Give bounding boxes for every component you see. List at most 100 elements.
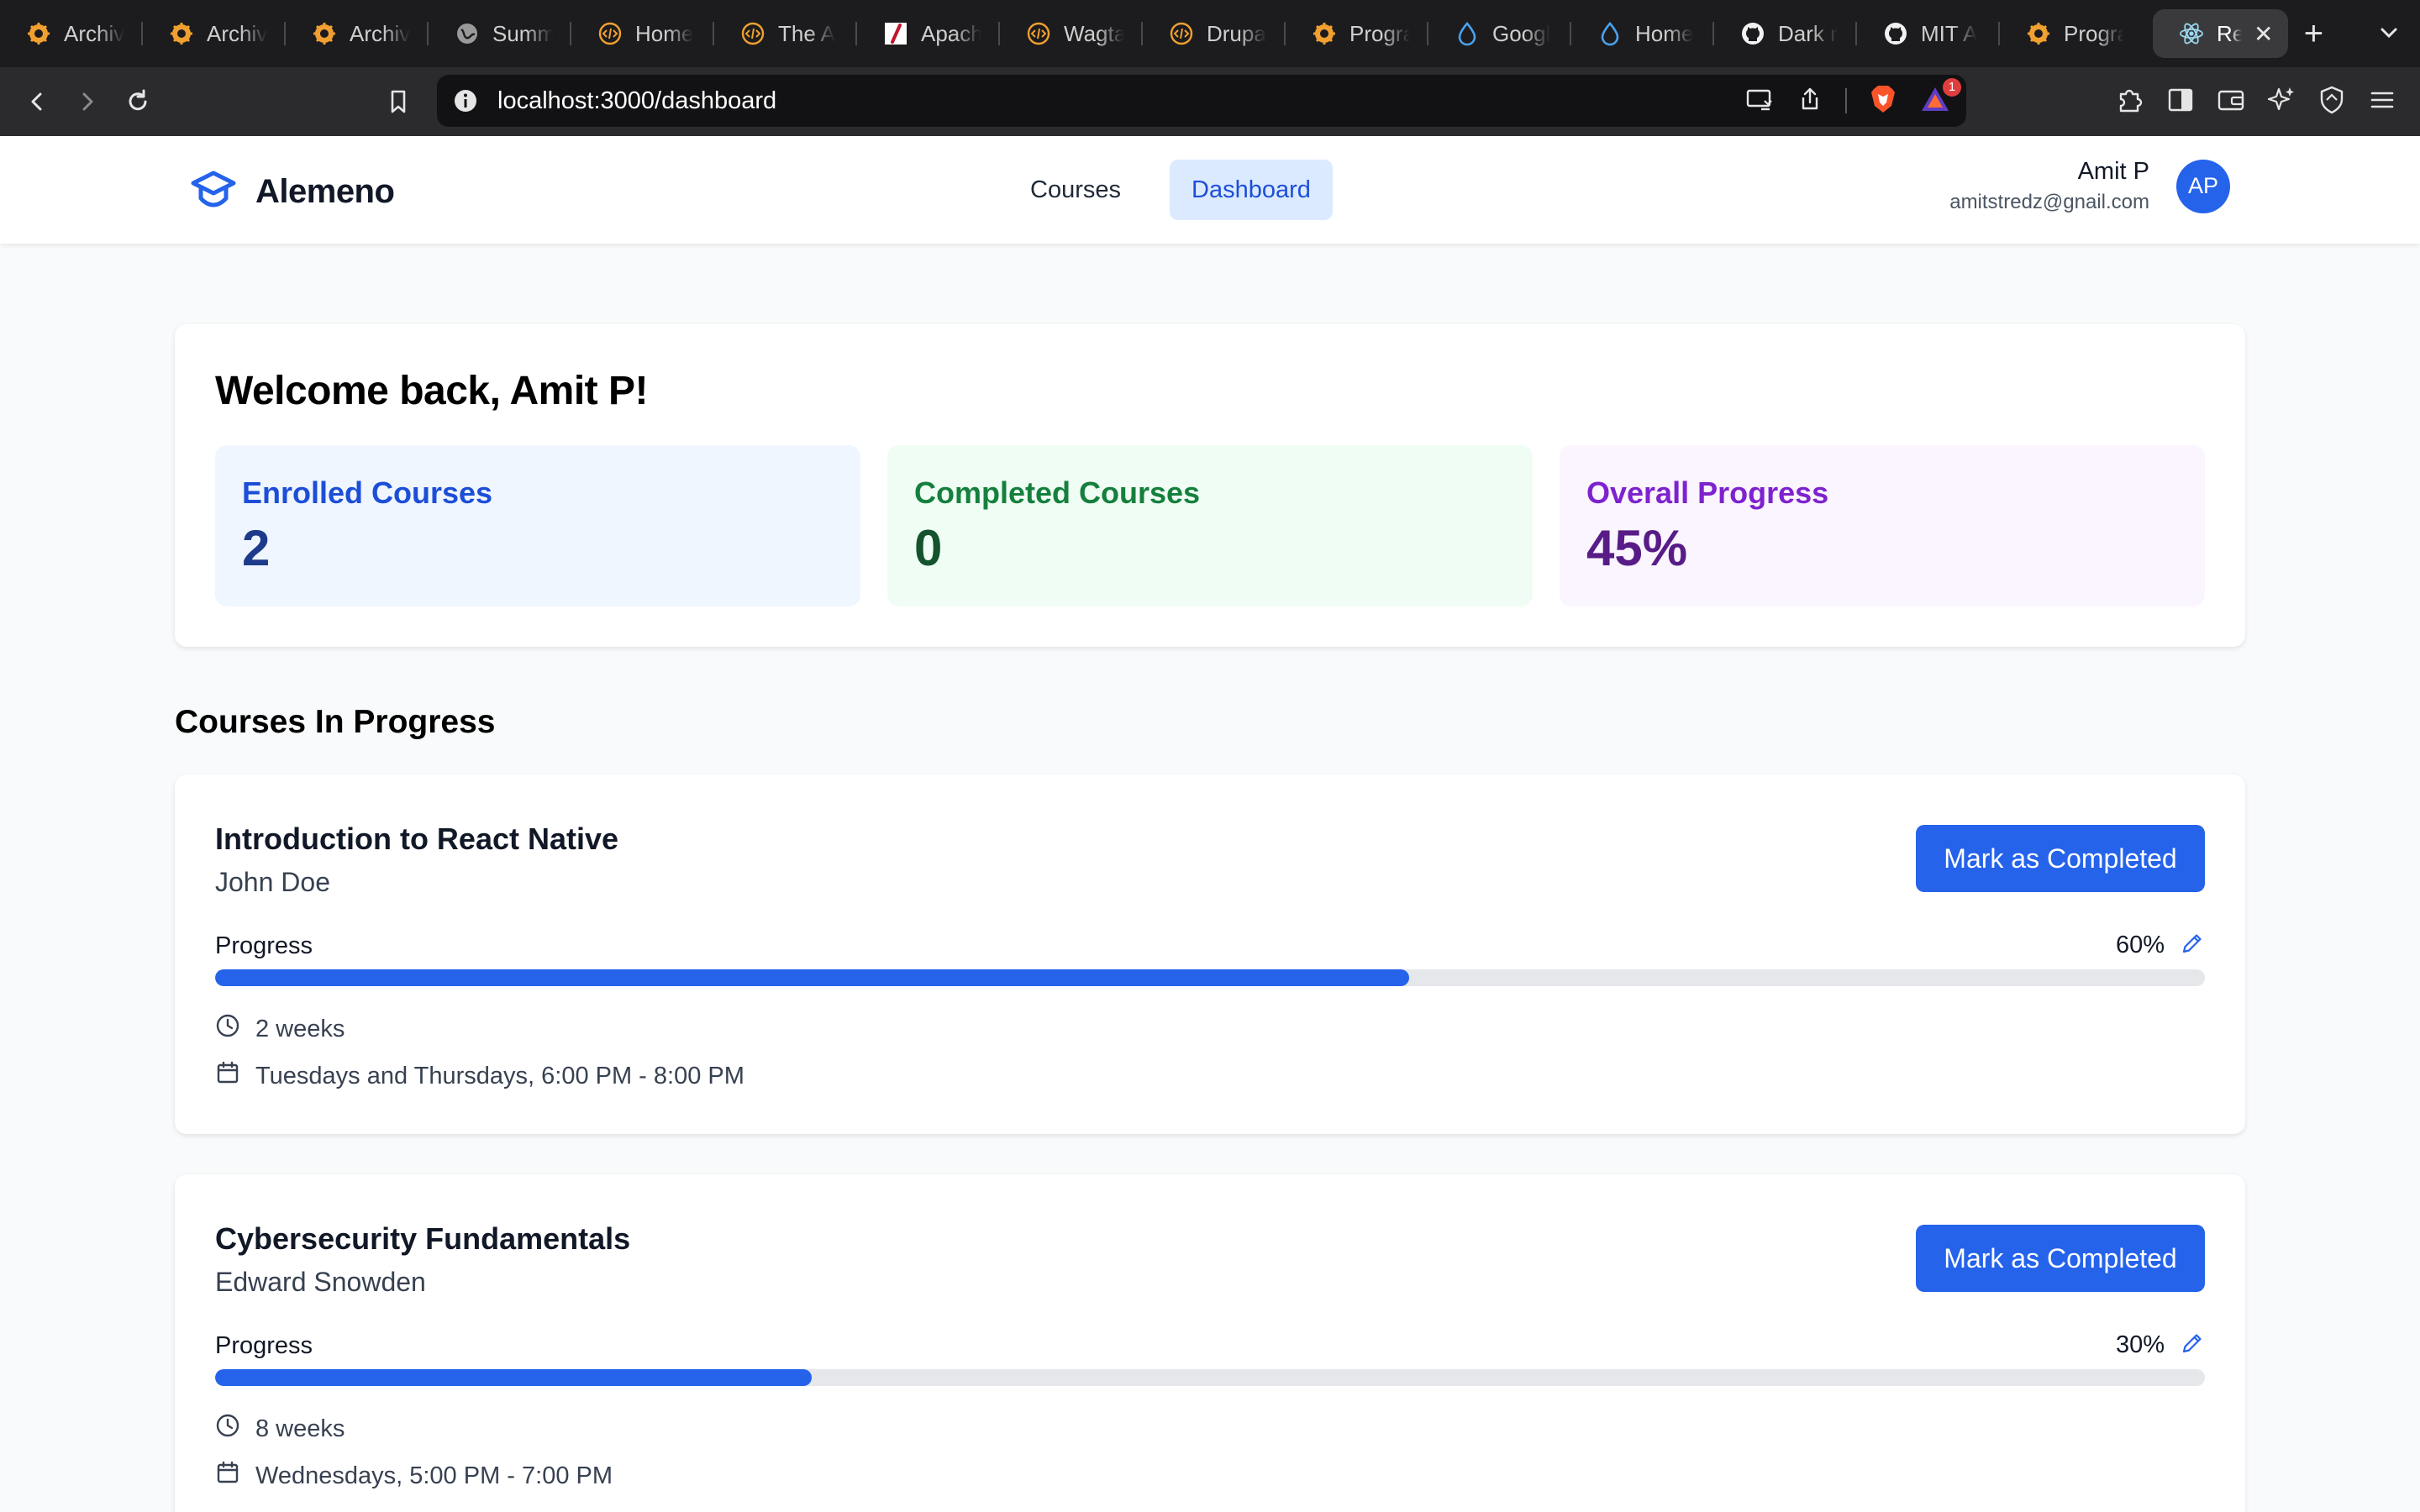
tab-title: Summ (492, 20, 553, 46)
pencil-icon[interactable] (2180, 1331, 2205, 1360)
tab-title: Progra (2064, 20, 2124, 46)
url-text[interactable]: localhost:3000/dashboard (497, 87, 776, 115)
user-menu[interactable]: Amit P amitstredz@gnail.com AP (1949, 158, 2230, 214)
site-info-icon[interactable] (452, 87, 479, 118)
brave-shield-icon[interactable] (1869, 84, 1897, 118)
progress-bar-fill (215, 1369, 813, 1386)
leo-ai-icon[interactable] (2265, 84, 2297, 120)
tab-title: Home (1635, 20, 1694, 46)
browser-tab[interactable]: Dark r (1714, 9, 1855, 58)
browser-tab[interactable]: Wagta (1000, 9, 1141, 58)
browser-tab[interactable]: Drupa (1143, 9, 1284, 58)
schedule-text: Tuesdays and Thursdays, 6:00 PM - 8:00 P… (255, 1062, 744, 1089)
browser-tab[interactable]: Progra (1286, 9, 1427, 58)
pencil-icon[interactable] (2180, 931, 2205, 960)
tab-title: MIT A (1921, 20, 1978, 46)
tab-title: Dark r (1778, 20, 1838, 46)
progress-bar-fill (215, 969, 1409, 986)
browser-tab[interactable]: MIT A (1857, 9, 1998, 58)
back-arrow-icon (31, 92, 42, 111)
section-title: Courses In Progress (175, 704, 496, 740)
gear-icon (1311, 20, 1338, 47)
mark-completed-button[interactable]: Mark as Completed (1916, 1225, 2205, 1292)
clock-icon (215, 1413, 240, 1445)
tab-active[interactable]: Re ✕ (2153, 9, 2289, 58)
browser-toolbar: localhost:3000/dashboard 1 (0, 67, 2420, 136)
stat-completed-courses: Completed Courses 0 (887, 445, 1533, 606)
stat-enrolled-courses: Enrolled Courses 2 (215, 445, 860, 606)
gear-icon (168, 20, 195, 47)
tab-title: Home (635, 20, 694, 46)
progress-bar (215, 1369, 2205, 1386)
browser-tab[interactable]: Progra (2000, 9, 2141, 58)
nav-courses[interactable]: Courses (1008, 160, 1143, 220)
browser-tab[interactable]: Summ (429, 9, 570, 58)
tab-title: Wagta (1064, 20, 1124, 46)
clock-icon (215, 1013, 240, 1045)
user-info: Amit P amitstredz@gnail.com (1949, 158, 2149, 214)
divider (1845, 88, 1847, 113)
browser-tab[interactable]: Googl (1428, 9, 1570, 58)
close-tab-icon[interactable]: ✕ (2254, 20, 2273, 48)
github-icon (1739, 20, 1766, 47)
tab-list-chevron-icon[interactable] (2375, 18, 2403, 51)
gear-icon (311, 20, 338, 47)
bookmark-icon (391, 90, 406, 113)
tab-strip: Archiv Archiv Archiv Summ Home The A Apach Wagt… (0, 9, 2141, 58)
share-icon[interactable] (1797, 86, 1823, 117)
stat-overall-progress: Overall Progress 45% (1560, 445, 2205, 606)
reload-icon (129, 89, 147, 111)
extensions-icon[interactable] (2114, 84, 2146, 120)
toolbar-right (2114, 84, 2398, 120)
mark-completed-button[interactable]: Mark as Completed (1916, 825, 2205, 892)
vpn-shield-icon[interactable] (2316, 84, 2348, 120)
duration-text: 2 weeks (255, 1015, 345, 1042)
tab-title: Progra (1349, 20, 1410, 46)
brave-rewards-icon[interactable]: 1 (1919, 77, 1961, 118)
code-icon (1168, 20, 1195, 47)
back-button[interactable] (12, 76, 62, 127)
user-email: amitstredz@gnail.com (1949, 191, 2149, 213)
address-bar[interactable]: localhost:3000/dashboard 1 (437, 75, 1966, 127)
forward-arrow-icon (82, 92, 93, 111)
reload-button[interactable] (113, 76, 163, 127)
browser-tab-bar: Archiv Archiv Archiv Summ Home The A Apach Wagt… (0, 0, 2420, 67)
browser-tab[interactable]: The A (714, 9, 855, 58)
browser-tab[interactable]: Apach (857, 9, 998, 58)
code-icon (597, 20, 623, 47)
wallet-icon[interactable] (2215, 84, 2247, 120)
bookmark-button[interactable] (373, 76, 424, 127)
course-duration: 8 weeks (215, 1413, 345, 1445)
forward-button[interactable] (62, 76, 113, 127)
browser-tab[interactable]: Home (1571, 9, 1712, 58)
stat-label: Overall Progress (1586, 475, 1829, 510)
gear-icon (25, 20, 52, 47)
browser-tab[interactable]: Archiv (286, 9, 427, 58)
stat-value: 45% (1586, 520, 1688, 576)
main-nav: Courses Dashboard (1008, 160, 1333, 220)
brand-link[interactable]: Alemeno (190, 166, 395, 218)
duration-text: 8 weeks (255, 1415, 345, 1442)
course-schedule: Tuesdays and Thursdays, 6:00 PM - 8:00 P… (215, 1060, 744, 1092)
browser-tab[interactable]: Archiv (143, 9, 284, 58)
user-name: Amit P (2077, 158, 2149, 185)
browser-tab[interactable]: Archiv (0, 9, 141, 58)
tab-title: The A (778, 20, 835, 46)
sidebar-icon[interactable] (2165, 84, 2196, 120)
welcome-card: Welcome back, Amit P! Enrolled Courses 2… (175, 324, 2245, 647)
tab-title: Re (2217, 20, 2242, 46)
tab-title: Archiv (350, 20, 410, 46)
browser-tab[interactable]: Home (571, 9, 713, 58)
course-card: Cybersecurity Fundamentals Edward Snowde… (175, 1174, 2245, 1512)
calendar-icon (215, 1460, 240, 1492)
avatar[interactable]: AP (2176, 159, 2230, 213)
new-tab-button[interactable]: + (2288, 15, 2338, 53)
drop-icon (1597, 20, 1623, 47)
react-icon (2178, 20, 2205, 47)
menu-icon[interactable] (2366, 84, 2398, 120)
nav-dashboard[interactable]: Dashboard (1170, 160, 1333, 220)
progress-bar (215, 969, 2205, 986)
tab-title: Googl (1492, 20, 1551, 46)
cast-icon[interactable] (1744, 84, 1775, 118)
course-title: Introduction to React Native (215, 822, 619, 856)
